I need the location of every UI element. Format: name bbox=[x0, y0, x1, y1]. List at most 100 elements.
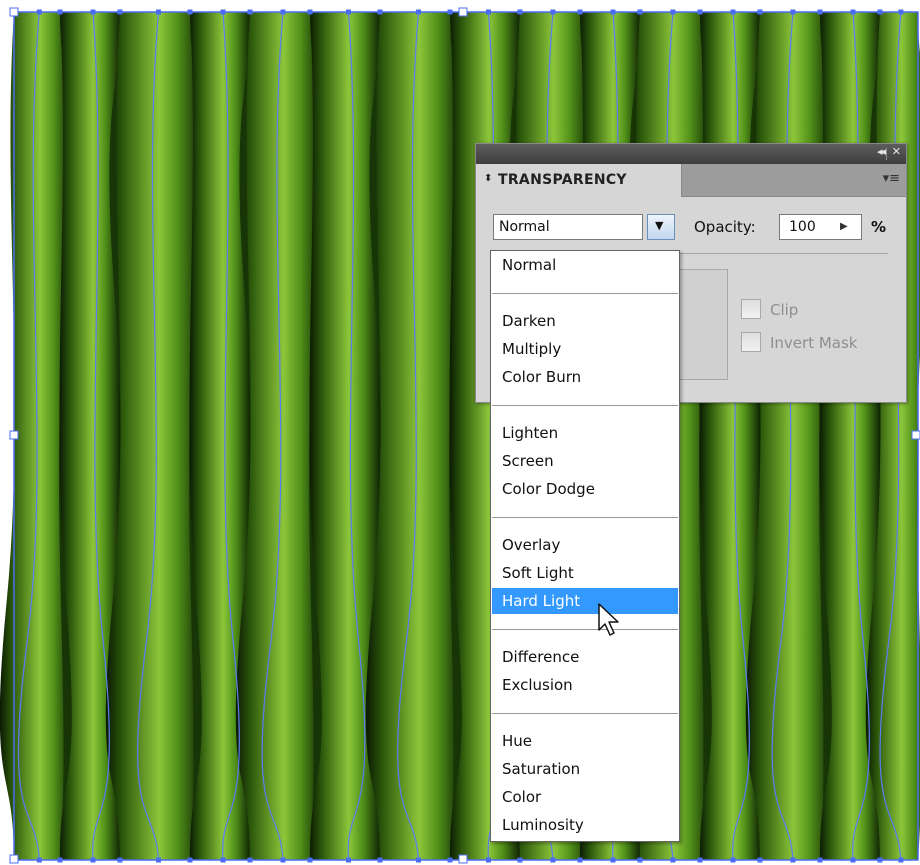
anchor-point[interactable] bbox=[346, 9, 351, 15]
invert-mask-checkbox[interactable] bbox=[741, 332, 761, 352]
opacity-input[interactable]: 100 ▶ bbox=[779, 214, 862, 240]
close-icon[interactable]: ✕ bbox=[892, 145, 901, 158]
anchor-point[interactable] bbox=[730, 9, 736, 15]
anchor-point[interactable] bbox=[57, 857, 63, 863]
menu-item-color-dodge[interactable]: Color Dodge bbox=[492, 476, 678, 502]
anchor-point[interactable] bbox=[36, 9, 42, 15]
anchor-point[interactable] bbox=[730, 857, 736, 863]
collapse-icon[interactable]: ◂◂ bbox=[877, 145, 886, 158]
menu-item-normal[interactable]: Normal bbox=[492, 252, 678, 278]
anchor-point[interactable] bbox=[697, 9, 703, 15]
anchor-point[interactable] bbox=[850, 9, 856, 15]
anchor-point[interactable] bbox=[817, 857, 823, 863]
mouse-cursor-icon bbox=[598, 603, 619, 636]
anchor-point[interactable] bbox=[90, 9, 96, 15]
menu-separator bbox=[492, 517, 678, 518]
opacity-slider-arrow-icon[interactable]: ▶ bbox=[840, 221, 848, 232]
anchor-point[interactable] bbox=[156, 857, 161, 863]
anchor-point[interactable] bbox=[790, 9, 796, 15]
anchor-point[interactable] bbox=[486, 857, 491, 863]
anchor-point[interactable] bbox=[346, 857, 351, 863]
anchor-point[interactable] bbox=[280, 9, 286, 15]
anchor-point[interactable] bbox=[757, 857, 763, 863]
anchor-point[interactable] bbox=[877, 9, 883, 15]
blend-mode-dropdown-button[interactable]: ▼ bbox=[647, 214, 675, 240]
anchor-point[interactable] bbox=[670, 857, 676, 863]
menu-item-hard-light[interactable]: Hard Light bbox=[492, 588, 678, 614]
menu-item-screen[interactable]: Screen bbox=[492, 448, 678, 474]
anchor-point[interactable] bbox=[577, 9, 583, 15]
menu-separator bbox=[492, 293, 678, 294]
anchor-point[interactable] bbox=[550, 857, 556, 863]
anchor-point[interactable] bbox=[517, 9, 523, 15]
menu-item-overlay[interactable]: Overlay bbox=[492, 532, 678, 558]
anchor-point[interactable] bbox=[757, 9, 763, 15]
menu-item-multiply[interactable]: Multiply bbox=[492, 336, 678, 362]
opacity-value: 100 bbox=[789, 219, 816, 235]
anchor-point[interactable] bbox=[187, 857, 193, 863]
menu-item-hue[interactable]: Hue bbox=[492, 728, 678, 754]
artwork-canvas[interactable] bbox=[0, 0, 920, 865]
menu-item-difference[interactable]: Difference bbox=[492, 644, 678, 670]
chevron-down-icon: ▼ bbox=[655, 219, 664, 232]
anchor-point[interactable] bbox=[637, 857, 643, 863]
anchor-point[interactable] bbox=[280, 857, 286, 863]
anchor-point[interactable] bbox=[247, 9, 253, 15]
menu-item-darken[interactable]: Darken bbox=[492, 308, 678, 334]
anchor-point[interactable] bbox=[790, 857, 796, 863]
anchor-point[interactable] bbox=[550, 9, 556, 15]
anchor-point[interactable] bbox=[57, 9, 63, 15]
anchor-point[interactable] bbox=[670, 9, 676, 15]
menu-item-color-burn[interactable]: Color Burn bbox=[492, 364, 678, 390]
anchor-point[interactable] bbox=[90, 857, 96, 863]
anchor-point[interactable] bbox=[307, 857, 313, 863]
opacity-label: Opacity: bbox=[694, 218, 756, 236]
anchor-point[interactable] bbox=[117, 857, 123, 863]
panel-title-bar[interactable]: ◂◂ ✕ bbox=[476, 144, 906, 164]
anchor-point[interactable] bbox=[416, 9, 421, 15]
anchor-point[interactable] bbox=[220, 9, 226, 15]
titlebar-divider bbox=[886, 148, 887, 160]
menu-item-exclusion[interactable]: Exclusion bbox=[492, 672, 678, 698]
anchor-point[interactable] bbox=[447, 857, 453, 863]
menu-separator bbox=[492, 713, 678, 714]
blend-mode-value: Normal bbox=[499, 219, 550, 235]
anchor-point[interactable] bbox=[36, 857, 42, 863]
anchor-point[interactable] bbox=[377, 857, 383, 863]
anchor-point[interactable] bbox=[220, 857, 226, 863]
clip-label: Clip bbox=[770, 301, 799, 319]
menu-item-luminosity[interactable]: Luminosity bbox=[492, 812, 678, 838]
tab-transparency[interactable]: ⬍ TRANSPARENCY bbox=[476, 164, 682, 197]
menu-item-saturation[interactable]: Saturation bbox=[492, 756, 678, 782]
mask-thumbnail[interactable] bbox=[676, 269, 728, 380]
anchor-point[interactable] bbox=[307, 9, 313, 15]
anchor-point[interactable] bbox=[898, 9, 904, 15]
menu-item-color[interactable]: Color bbox=[492, 784, 678, 810]
anchor-point[interactable] bbox=[447, 9, 453, 15]
blend-mode-select[interactable]: Normal bbox=[493, 214, 643, 240]
anchor-point[interactable] bbox=[610, 857, 616, 863]
anchor-point[interactable] bbox=[377, 9, 383, 15]
anchor-point[interactable] bbox=[187, 9, 193, 15]
expand-arrows-icon[interactable]: ⬍ bbox=[484, 173, 492, 184]
anchor-point[interactable] bbox=[850, 857, 856, 863]
anchor-point[interactable] bbox=[486, 9, 491, 15]
anchor-point[interactable] bbox=[898, 857, 904, 863]
anchor-point[interactable] bbox=[697, 857, 703, 863]
anchor-point[interactable] bbox=[117, 9, 123, 15]
anchor-point[interactable] bbox=[247, 857, 253, 863]
anchor-point[interactable] bbox=[416, 857, 421, 863]
menu-item-lighten[interactable]: Lighten bbox=[492, 420, 678, 446]
anchor-point[interactable] bbox=[637, 9, 643, 15]
anchor-point[interactable] bbox=[156, 9, 161, 15]
anchor-point[interactable] bbox=[877, 857, 883, 863]
anchor-point[interactable] bbox=[610, 9, 616, 15]
opacity-unit: % bbox=[871, 218, 887, 236]
anchor-point[interactable] bbox=[517, 857, 523, 863]
menu-item-soft-light[interactable]: Soft Light bbox=[492, 560, 678, 586]
anchor-point[interactable] bbox=[577, 857, 583, 863]
panel-menu-icon[interactable]: ▾≡ bbox=[883, 171, 900, 186]
clip-checkbox[interactable] bbox=[741, 299, 761, 319]
invert-mask-label: Invert Mask bbox=[770, 334, 858, 352]
anchor-point[interactable] bbox=[817, 9, 823, 15]
